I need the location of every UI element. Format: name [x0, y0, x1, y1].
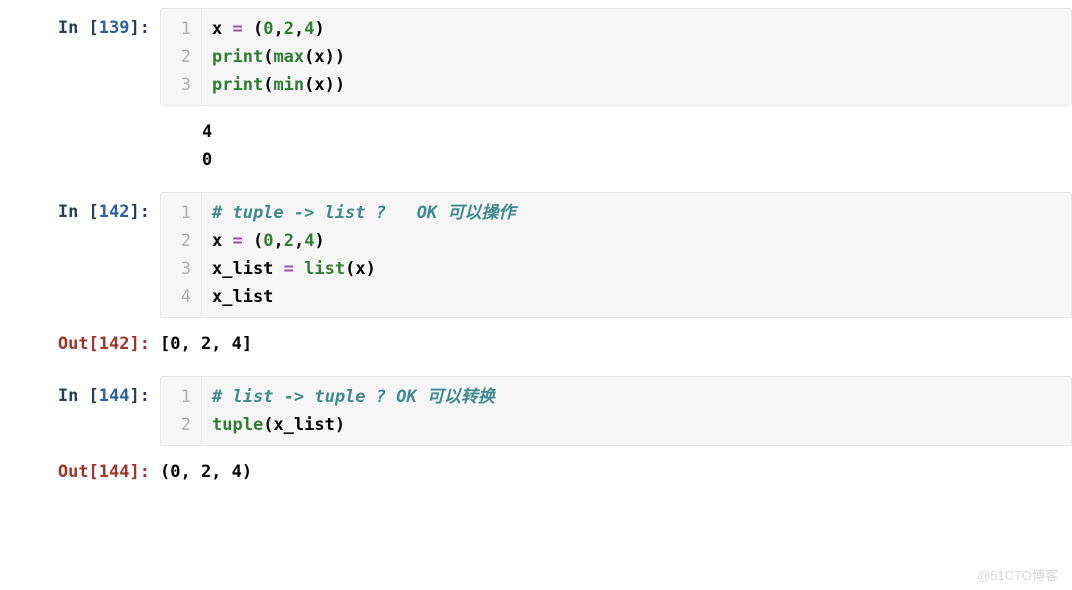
- notebook-cell: In [139]: 1 2 3 x = (0,2,4) print(max(x)…: [0, 8, 1072, 106]
- code-line[interactable]: # tuple -> list ? OK 可以操作: [212, 199, 515, 227]
- stream-output: 4 0: [160, 112, 1072, 178]
- notebook-cell: In [144]: 1 2 # list -> tuple ? OK 可以转换 …: [0, 376, 1072, 446]
- code-line[interactable]: print(max(x)): [212, 43, 345, 71]
- code-line[interactable]: tuple(x_list): [212, 411, 495, 439]
- code-lines[interactable]: x = (0,2,4) print(max(x)) print(min(x)): [202, 9, 355, 105]
- result-text: [0, 2, 4]: [160, 324, 1072, 362]
- execute-result: [0, 2, 4]: [160, 324, 1072, 362]
- execute-result: (0, 2, 4): [160, 452, 1072, 490]
- code-line[interactable]: x = (0,2,4): [212, 227, 515, 255]
- empty-prompt: [0, 112, 160, 118]
- input-prompt: In [139]:: [0, 8, 160, 42]
- code-input-area[interactable]: 1 2 3 x = (0,2,4) print(max(x)) print(mi…: [160, 8, 1072, 106]
- line-number-gutter: 1 2 3 4: [161, 193, 202, 317]
- line-number-gutter: 1 2: [161, 377, 202, 445]
- notebook-output-row: Out[144]: (0, 2, 4): [0, 452, 1072, 490]
- code-line[interactable]: x_list: [212, 283, 515, 311]
- code-line[interactable]: x_list = list(x): [212, 255, 515, 283]
- code-input-area[interactable]: 1 2 3 4 # tuple -> list ? OK 可以操作 x = (0…: [160, 192, 1072, 318]
- stdout-text: 4 0: [160, 112, 1072, 178]
- result-text: (0, 2, 4): [160, 452, 1072, 490]
- notebook-output-row: Out[142]: [0, 2, 4]: [0, 324, 1072, 362]
- code-input-area[interactable]: 1 2 # list -> tuple ? OK 可以转换 tuple(x_li…: [160, 376, 1072, 446]
- cell-body: 1 2 3 x = (0,2,4) print(max(x)) print(mi…: [160, 8, 1072, 106]
- code-line[interactable]: print(min(x)): [212, 71, 345, 99]
- code-line[interactable]: # list -> tuple ? OK 可以转换: [212, 383, 495, 411]
- code-lines[interactable]: # list -> tuple ? OK 可以转换 tuple(x_list): [202, 377, 505, 445]
- cell-body: 1 2 3 4 # tuple -> list ? OK 可以操作 x = (0…: [160, 192, 1072, 318]
- notebook-cell: In [142]: 1 2 3 4 # tuple -> list ? OK 可…: [0, 192, 1072, 318]
- input-prompt: In [144]:: [0, 376, 160, 410]
- line-number-gutter: 1 2 3: [161, 9, 202, 105]
- notebook-output-row: 4 0: [0, 112, 1072, 178]
- output-prompt: Out[142]:: [0, 324, 160, 358]
- code-line[interactable]: x = (0,2,4): [212, 15, 345, 43]
- input-prompt: In [142]:: [0, 192, 160, 226]
- cell-body: 1 2 # list -> tuple ? OK 可以转换 tuple(x_li…: [160, 376, 1072, 446]
- watermark-text: @51CTO博客: [977, 565, 1058, 584]
- code-lines[interactable]: # tuple -> list ? OK 可以操作 x = (0,2,4) x_…: [202, 193, 525, 317]
- output-prompt: Out[144]:: [0, 452, 160, 486]
